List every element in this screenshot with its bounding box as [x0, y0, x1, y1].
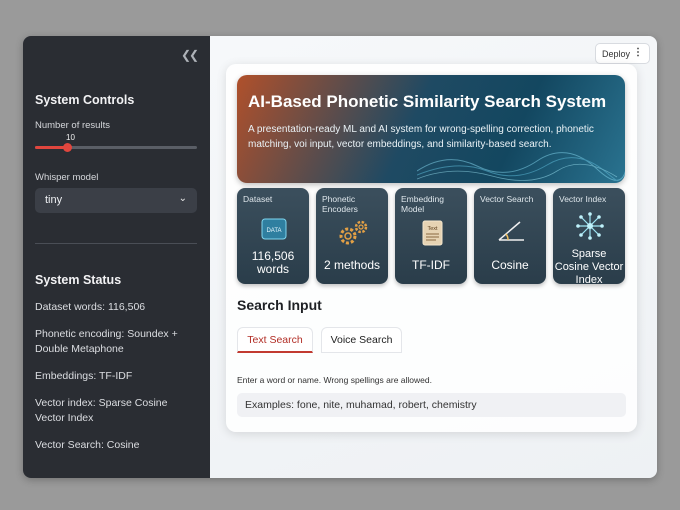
tile-label: Vector Index — [559, 194, 607, 204]
tile-dataset: Dataset DATA 116,506 words — [237, 188, 309, 284]
main-content: Deploy ⋮ AI-Based Phonetic Similarity Se… — [210, 36, 657, 478]
tab-text-search[interactable]: Text Search — [237, 327, 313, 353]
deploy-button[interactable]: Deploy ⋮ — [595, 43, 650, 64]
num-results-slider[interactable] — [35, 143, 197, 152]
svg-text:Text: Text — [427, 226, 438, 232]
status-vector-search: Vector Search: Cosine — [35, 439, 140, 451]
sidebar-divider — [35, 243, 197, 244]
whisper-model-label: Whisper model — [35, 172, 99, 183]
tile-vector-index: Vector Index Sparse Cosine Vector Index — [553, 188, 625, 284]
page-subtitle: A presentation-ready ML and AI system fo… — [248, 124, 594, 150]
status-phonetic-encoding: Phonetic encoding: Soundex + Double Meta… — [35, 328, 178, 355]
tile-phonetic-encoders: Phonetic Encoders 2 methods — [316, 188, 388, 284]
whisper-model-select[interactable]: tiny ⌄ — [35, 188, 197, 213]
status-vector-index: Vector index: Sparse Cosine Vector Index — [35, 397, 168, 424]
slider-thumb[interactable] — [63, 143, 73, 152]
app-window: ❮❮ System Controls Number of results 10 … — [23, 36, 657, 478]
num-results-label: Number of results — [35, 120, 110, 131]
status-embeddings: Embeddings: TF-IDF — [35, 370, 133, 382]
content-card: AI-Based Phonetic Similarity Search Syst… — [226, 64, 637, 432]
sidebar: ❮❮ System Controls Number of results 10 … — [23, 36, 210, 478]
tile-value: Cosine — [491, 258, 529, 272]
vertical-dots-icon[interactable]: ⋮ — [633, 47, 643, 58]
tile-value: 116,506 words — [251, 249, 295, 276]
tile-vector-search: Vector Search Cosine — [474, 188, 546, 284]
page-title: AI-Based Phonetic Similarity Search Syst… — [248, 92, 607, 111]
tab-voice-search[interactable]: Voice Search — [321, 327, 402, 353]
search-hint: Enter a word or name. Wrong spellings ar… — [237, 375, 432, 385]
svg-text:DATA: DATA — [266, 228, 281, 234]
tile-value: Sparse Cosine Vector Index — [554, 248, 624, 284]
tile-label: Phonetic Encoders — [322, 194, 358, 214]
system-controls-title: System Controls — [35, 93, 135, 107]
network-icon — [576, 212, 604, 240]
tile-label: Vector Search — [480, 194, 534, 204]
angle-icon — [498, 221, 524, 241]
status-dataset-words: Dataset words: 116,506 — [35, 301, 146, 313]
whisper-model-value: tiny — [45, 194, 63, 206]
tile-value: TF-IDF — [412, 258, 450, 272]
data-icon: DATA — [261, 218, 287, 240]
gears-icon — [339, 220, 368, 245]
system-status-title: System Status — [35, 273, 122, 287]
deploy-label: Deploy — [602, 48, 631, 59]
num-results-value: 10 — [66, 133, 75, 142]
search-input[interactable]: Examples: fone, nite, muhamad, robert, c… — [237, 393, 626, 417]
chevron-down-icon: ⌄ — [178, 193, 187, 204]
search-input-title: Search Input — [237, 297, 322, 313]
tile-value: 2 methods — [323, 258, 381, 272]
hero-banner: AI-Based Phonetic Similarity Search Syst… — [237, 75, 625, 183]
double-chevron-left-icon[interactable]: ❮❮ — [181, 48, 199, 62]
text-document-icon: Text — [422, 220, 443, 246]
tile-embedding-model: Embedding Model Text TF-IDF — [395, 188, 467, 284]
tile-label: Embedding Model — [401, 194, 445, 214]
tile-label: Dataset — [243, 194, 273, 204]
